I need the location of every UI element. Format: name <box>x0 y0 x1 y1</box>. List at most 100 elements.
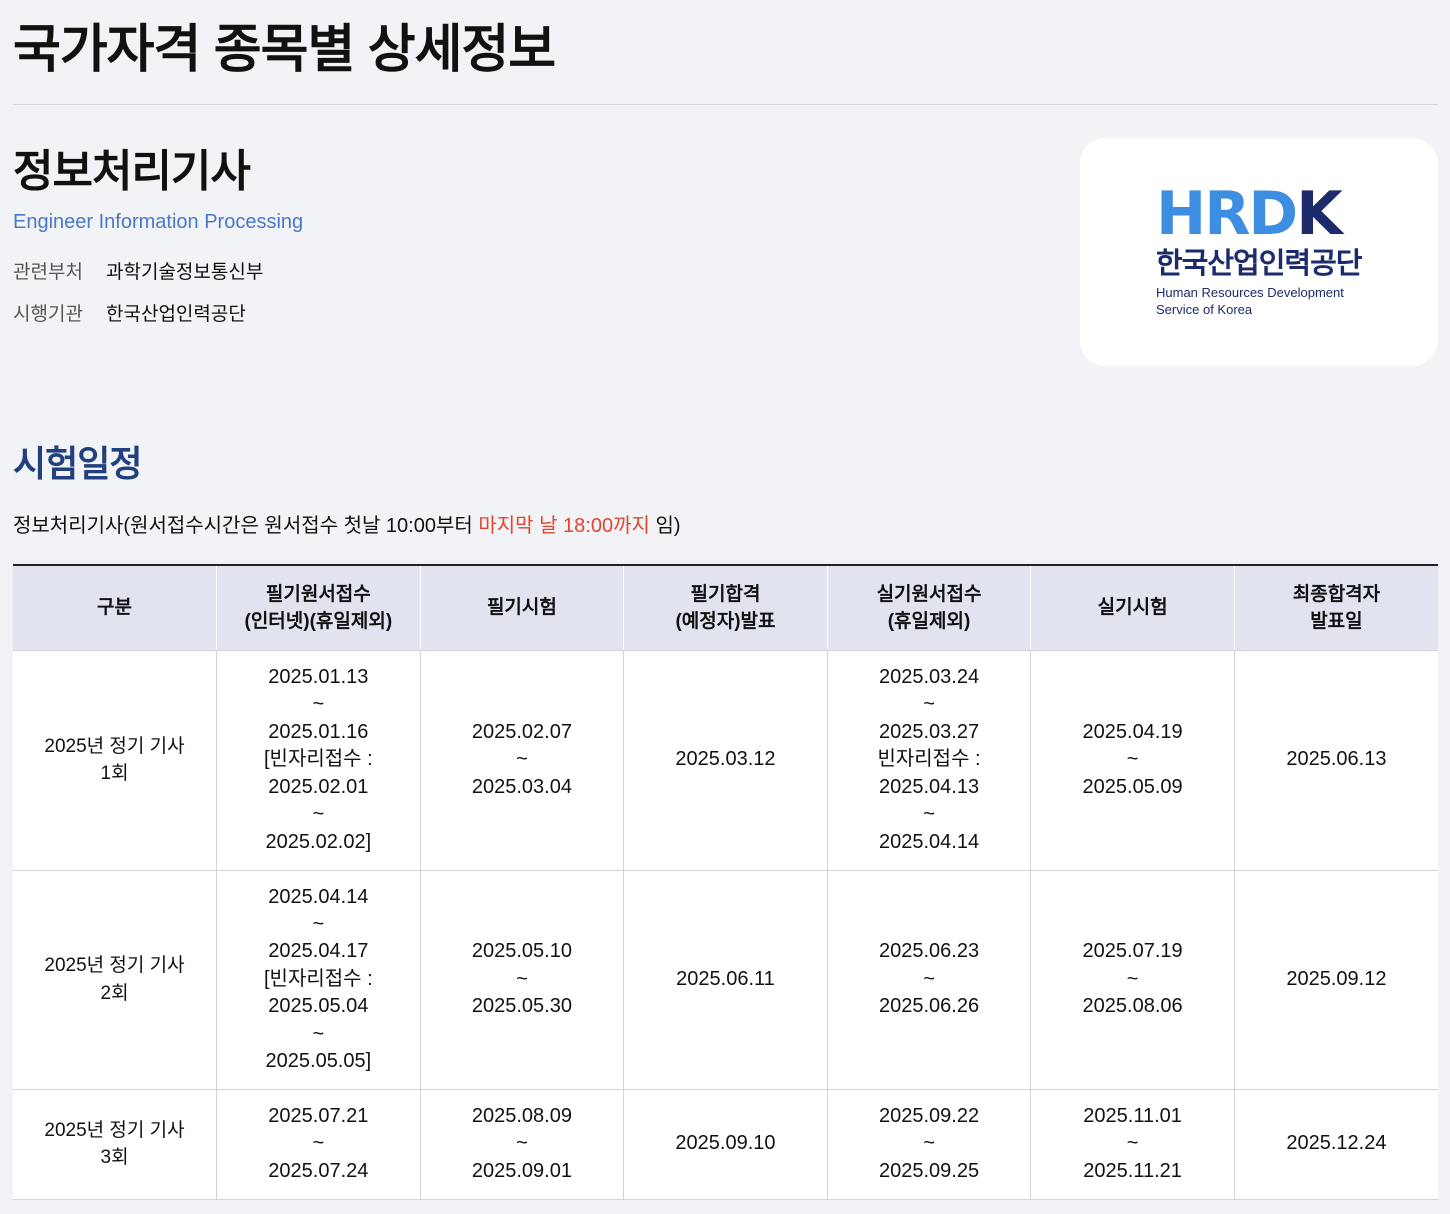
cell-line: ~ <box>312 1022 325 1045</box>
info-row-ministry: 관련부처 과학기술정보통신부 <box>13 259 263 287</box>
cell-line: 2025.09.01 <box>471 1159 572 1182</box>
cell-line: 2025.04.17 <box>268 940 369 963</box>
cell-line: 2025.05.04 <box>268 995 369 1018</box>
cell-line: 2025.08.06 <box>1082 995 1183 1018</box>
cell-line: 2025.01.13 <box>268 666 369 689</box>
column-header: 필기합격 (예정자)발표 <box>623 565 828 651</box>
cell-line: [빈자리접수 : <box>264 967 373 990</box>
cell-line: ~ <box>923 967 935 990</box>
date-cell: 2025.09.10 <box>623 1089 828 1200</box>
schedule-notice: 정보처리기사(원서접수시간은 원서접수 첫날 10:00부터 마지막 날 18:… <box>13 512 681 540</box>
logo-letter: H <box>1156 179 1206 249</box>
cell-line: 2025.02.02] <box>265 830 372 853</box>
column-header-line: 최종합격자 <box>1292 583 1381 605</box>
cell-line: 2025.03.04 <box>471 775 572 798</box>
cell-line: 2025.03.12 <box>675 748 776 771</box>
cell-line: 2025.07.19 <box>1082 940 1183 963</box>
table-row: 2025년 정기 기사 3회 2025.07.21 ~2025.07.24 2025.0… <box>13 1089 1438 1200</box>
cell-line: 2025.06.13 <box>1286 748 1387 771</box>
cell-line: ~ <box>1126 1132 1139 1155</box>
cell-line: 2025.07.24 <box>268 1159 369 1182</box>
cell-line: ~ <box>923 1132 935 1155</box>
cell-line: ~ <box>516 967 528 990</box>
column-header-line: (예정자)발표 <box>675 610 776 632</box>
cell-line: 2025년 정기 기사 <box>44 735 185 757</box>
date-cell: 2025.06.11 <box>623 870 828 1090</box>
column-header: 구분 <box>13 565 218 651</box>
round-cell: 2025년 정기 기사 3회 <box>13 1089 218 1200</box>
exam-schedule-table: 구분 필기원서접수 (인터넷)(휴일제외) 필기시험 필기합격 (예정자)발표 실기원서접수… <box>13 564 1438 1200</box>
cell-line: 3회 <box>100 1147 129 1168</box>
column-header-line: 발표일 <box>1310 610 1363 632</box>
info-label: 관련부처 <box>13 262 83 283</box>
column-header-line: 실기원서접수 <box>876 583 982 605</box>
date-cell: 2025.11.01 ~2025.11.21 <box>1030 1089 1235 1200</box>
date-cell: 2025.04.14 ~2025.04.17 [빈자리접수 : 2025.05.04 ~… <box>216 870 421 1090</box>
column-header-line: 필기시험 <box>486 597 557 619</box>
section-title-schedule: 시험일정 <box>13 443 142 484</box>
date-cell: 2025.08.09 ~2025.09.01 <box>420 1089 625 1200</box>
column-header-line: (인터넷)(휴일제외) <box>244 610 393 632</box>
cell-line: 2025.09.10 <box>675 1132 776 1155</box>
column-header-line: 구분 <box>97 597 133 619</box>
column-header: 필기시험 <box>420 565 625 651</box>
cell-line: 2025.09.12 <box>1286 967 1387 990</box>
date-cell: 2025.07.19 ~2025.08.06 <box>1030 870 1235 1090</box>
agency-logo-card: H R D K 한국산업인력공단 Human Resources Develop… <box>1080 138 1438 366</box>
certificate-english-name: Engineer Information Processing <box>13 211 304 233</box>
info-label: 시행기관 <box>13 304 83 325</box>
date-cell: 2025.07.21 ~2025.07.24 <box>216 1089 421 1200</box>
certificate-name: 정보처리기사 <box>13 147 251 196</box>
cell-line: 2025.03.24 <box>878 666 980 689</box>
cell-line: 2025.01.16 <box>268 720 369 743</box>
date-cell: 2025.12.24 <box>1234 1089 1438 1200</box>
cell-line: 2025.05.09 <box>1082 775 1183 798</box>
date-cell: 2025.09.22 ~2025.09.25 <box>827 1089 1032 1200</box>
cell-line: 2025.09.25 <box>878 1159 980 1182</box>
column-header: 실기원서접수 (휴일제외) <box>827 565 1032 651</box>
column-header: 필기원서접수 (인터넷)(휴일제외) <box>216 565 421 651</box>
cell-line: 2025.09.22 <box>878 1104 980 1127</box>
cell-line: 2025년 정기 기사 <box>44 1119 185 1141</box>
notice-prefix: 정보처리기사(원서접수시간은 원서접수 첫날 10:00부터 <box>13 515 479 537</box>
date-cell: 2025.04.19 ~2025.05.09 <box>1030 650 1235 871</box>
cell-line: 2025.04.13 <box>878 775 980 798</box>
cell-line: 2025.05.10 <box>471 940 572 963</box>
cell-line: ~ <box>516 1132 528 1155</box>
page-title: 국가자격 종목별 상세정보 <box>13 21 556 79</box>
logo-korean-text: 한국산업인력공단 <box>1156 248 1362 280</box>
cell-line: ~ <box>516 748 528 771</box>
cell-line: ~ <box>312 693 325 716</box>
cell-line: 2025.08.09 <box>471 1104 572 1127</box>
cell-line: ~ <box>1126 748 1139 771</box>
cell-line: 2025.06.26 <box>878 995 980 1018</box>
info-row-agency: 시행기관 한국산업인력공단 <box>13 301 246 329</box>
hrdk-logo-mark: H R D K <box>1156 179 1343 249</box>
cell-line: 2025.06.23 <box>878 940 980 963</box>
cell-line: 2회 <box>100 982 129 1004</box>
table-body: 2025년 정기 기사 1회 2025.01.13 ~2025.01.16 [빈자리접수… <box>13 650 1438 1200</box>
logo-english-line: Service of Korea <box>1156 302 1253 317</box>
cell-line: ~ <box>1126 967 1139 990</box>
table-header-row: 구분 필기원서접수 (인터넷)(휴일제외) 필기시험 필기합격 (예정자)발표 실기원서접수… <box>13 565 1438 651</box>
cell-line: 2025.05.30 <box>471 995 572 1018</box>
date-cell: 2025.01.13 ~2025.01.16 [빈자리접수 : 2025.02.01 ~… <box>216 650 421 871</box>
cell-line: ~ <box>312 912 325 935</box>
date-cell: 2025.05.10 ~2025.05.30 <box>420 870 625 1090</box>
column-header: 최종합격자발표일 <box>1234 565 1438 651</box>
info-value: 과학기술정보통신부 <box>106 262 264 283</box>
cell-line: 2025.05.05] <box>265 1050 372 1073</box>
cell-line: 2025.04.19 <box>1082 720 1183 743</box>
column-header-line: 필기합격 <box>690 583 761 605</box>
title-divider <box>13 104 1438 105</box>
cell-line: 2025.04.14 <box>268 885 369 908</box>
cell-line: 2025.06.11 <box>676 967 775 990</box>
cell-line: 2025.02.01 <box>268 775 369 798</box>
cell-line: 2025.07.21 <box>268 1104 369 1127</box>
logo-english-text: Human Resources Development Service of K… <box>1156 284 1344 318</box>
cell-line: 2025.02.07 <box>471 720 572 743</box>
cell-line: 2025.12.24 <box>1286 1132 1387 1155</box>
cell-line: 2025.11.21 <box>1083 1159 1182 1182</box>
logo-letter: K <box>1296 179 1342 249</box>
column-header-line: (휴일제외) <box>887 610 971 632</box>
